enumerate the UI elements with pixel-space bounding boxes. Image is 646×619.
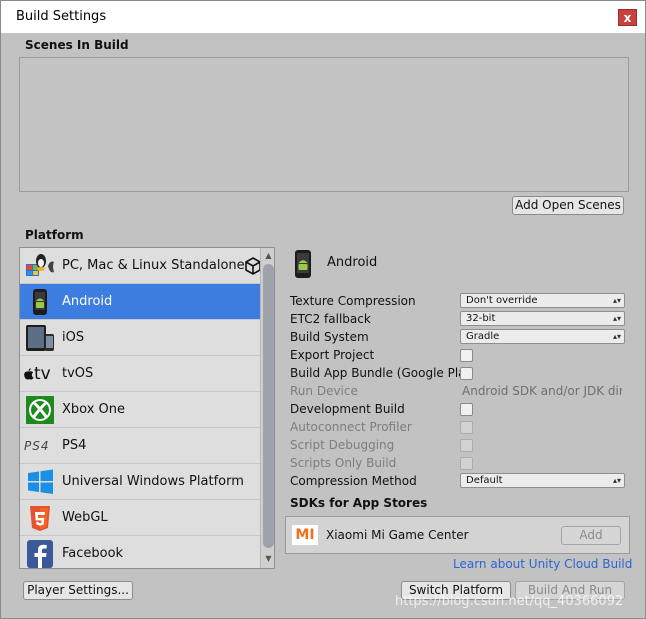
run-device-value: Android SDK and/or JDK dir <box>462 384 622 398</box>
windows-icon <box>28 469 53 494</box>
player-settings-button[interactable]: Player Settings... <box>23 581 133 600</box>
texture-compression-value: Don't override <box>466 295 538 306</box>
compression-method-dropdown[interactable]: Default ▴▾ <box>460 473 625 488</box>
dropdown-arrow-icon: ▴▾ <box>612 314 621 323</box>
scripts-only-build-checkbox[interactable] <box>460 457 473 470</box>
watermark-text: https://blog.csdn.net/qq_40366092 <box>395 594 624 609</box>
scenes-list[interactable] <box>19 57 629 192</box>
script-debugging-label: Script Debugging <box>290 438 395 452</box>
texture-compression-label: Texture Compression <box>290 294 416 308</box>
tvos-icon: tv <box>24 360 56 388</box>
platform-label-standalone: PC, Mac & Linux Standalone <box>62 258 245 273</box>
html5-icon <box>30 506 50 531</box>
scroll-down-arrow-icon[interactable]: ▼ <box>263 554 274 564</box>
build-system-value: Gradle <box>466 331 500 342</box>
etc2-fallback-label: ETC2 fallback <box>290 312 371 326</box>
platform-label-uwp: Universal Windows Platform <box>62 474 244 489</box>
compression-method-value: Default <box>466 475 503 486</box>
add-open-scenes-button[interactable]: Add Open Scenes <box>512 196 624 215</box>
platform-label-ios: iOS <box>62 330 85 345</box>
ps4-icon: PS4 <box>24 439 50 453</box>
development-build-label: Development Build <box>290 402 405 416</box>
platform-item-uwp[interactable]: Universal Windows Platform <box>20 464 260 500</box>
pc-mac-linux-icon <box>26 254 54 276</box>
platform-label-xbox: Xbox One <box>62 402 126 417</box>
window-title: Build Settings <box>16 9 107 24</box>
export-project-checkbox[interactable] <box>460 349 473 362</box>
platform-item-standalone[interactable]: PC, Mac & Linux Standalone <box>20 248 261 284</box>
sdks-title: SDKs for App Stores <box>290 496 428 510</box>
development-build-checkbox[interactable] <box>460 403 473 416</box>
title-bar[interactable]: Build Settings x <box>1 1 645 33</box>
export-project-label: Export Project <box>290 348 375 362</box>
facebook-icon <box>27 540 53 568</box>
scripts-only-build-label: Scripts Only Build <box>290 456 397 470</box>
platform-label-android: Android <box>62 294 113 309</box>
dropdown-arrow-icon: ▴▾ <box>612 296 621 305</box>
add-sdk-button[interactable]: Add <box>561 526 621 545</box>
android-header-icon <box>295 250 311 278</box>
platform-label-webgl: WebGL <box>62 510 108 525</box>
texture-compression-dropdown[interactable]: Don't override ▴▾ <box>460 293 625 308</box>
platform-list[interactable]: PC, Mac & Linux Standalone Android iOS t… <box>19 247 275 569</box>
scenes-in-build-title: Scenes In Build <box>25 38 129 52</box>
tvos-icon-text: tv <box>34 364 51 384</box>
platform-item-ios[interactable]: iOS <box>20 320 260 356</box>
platform-title: Platform <box>25 228 84 242</box>
scrollbar-thumb[interactable] <box>263 264 274 548</box>
autoconnect-profiler-checkbox[interactable] <box>460 421 473 434</box>
ios-icon <box>26 325 54 351</box>
compression-method-label: Compression Method <box>290 474 417 488</box>
xbox-icon <box>26 396 54 424</box>
etc2-fallback-dropdown[interactable]: 32-bit ▴▾ <box>460 311 625 326</box>
selected-platform-title: Android <box>327 255 378 270</box>
apple-logo-icon <box>24 368 34 380</box>
xiaomi-sdk-label: Xiaomi Mi Game Center <box>326 528 469 542</box>
build-system-label: Build System <box>290 330 369 344</box>
sdk-box-xiaomi: MI Xiaomi Mi Game Center Add <box>285 516 630 554</box>
platform-item-facebook[interactable]: Facebook <box>20 536 260 568</box>
platform-item-webgl[interactable]: WebGL <box>20 500 260 536</box>
android-icon <box>33 289 47 315</box>
build-app-bundle-label: Build App Bundle (Google Pla <box>290 366 466 380</box>
dropdown-arrow-icon: ▴▾ <box>612 476 621 485</box>
learn-cloud-build-link[interactable]: Learn about Unity Cloud Build <box>453 557 632 571</box>
platform-label-ps4: PS4 <box>62 438 87 453</box>
platform-label-tvos: tvOS <box>62 366 94 381</box>
build-settings-window: Build Settings x Scenes In Build Add Ope… <box>0 0 646 619</box>
xiaomi-logo-icon: MI <box>292 525 318 545</box>
autoconnect-profiler-label: Autoconnect Profiler <box>290 420 412 434</box>
scroll-up-arrow-icon[interactable]: ▲ <box>263 251 274 261</box>
close-button[interactable]: x <box>618 9 637 26</box>
run-device-label: Run Device <box>290 384 358 398</box>
platform-item-tvos[interactable]: tv tvOS <box>20 356 260 392</box>
build-system-dropdown[interactable]: Gradle ▴▾ <box>460 329 625 344</box>
platform-label-facebook: Facebook <box>62 546 124 561</box>
dropdown-arrow-icon: ▴▾ <box>612 332 621 341</box>
platform-item-xbox[interactable]: Xbox One <box>20 392 260 428</box>
build-app-bundle-checkbox[interactable] <box>460 367 473 380</box>
script-debugging-checkbox[interactable] <box>460 439 473 452</box>
platform-item-ps4[interactable]: PS4 PS4 <box>20 428 260 464</box>
platform-item-android[interactable]: Android <box>20 284 260 320</box>
etc2-fallback-value: 32-bit <box>466 313 496 324</box>
platform-list-scrollbar[interactable]: ▲ ▼ <box>260 248 274 568</box>
